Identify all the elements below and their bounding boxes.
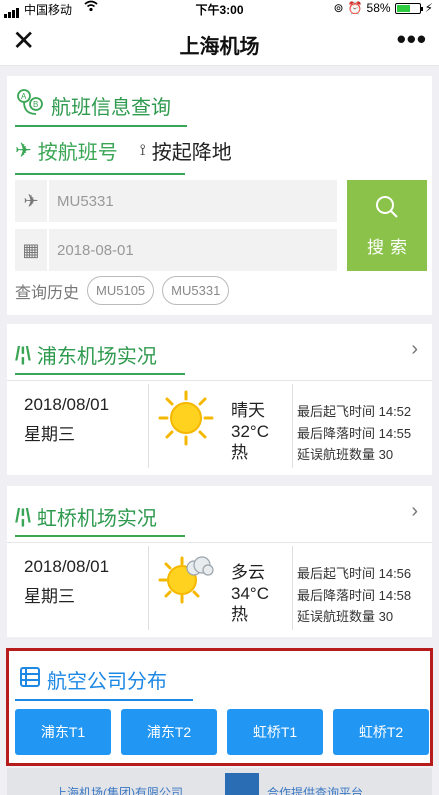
plane-icon: ✈ <box>15 140 32 162</box>
svg-text:B: B <box>33 100 38 109</box>
flight-number-field: ✈ <box>15 180 337 222</box>
route-pin-icon: AB <box>15 88 45 123</box>
chevron-right-icon[interactable]: › <box>411 338 418 361</box>
stats-block: 最后起飞时间 14:56 最后降落时间 14:58 延误航班数量 30 <box>297 563 411 628</box>
query-history: 查询历史 MU5105 MU5331 <box>15 276 230 305</box>
status-bar: 中国移动 下午3:00 ⊚ ⏰ 58% ⚡ <box>0 0 439 18</box>
last-arrival: 最后降落时间 14:58 <box>297 587 412 603</box>
partner-logo <box>225 773 259 795</box>
flight-number-input[interactable] <box>49 192 329 210</box>
date-field: ▦ <box>15 229 337 271</box>
hongqiao-card[interactable]: /¦\ 虹桥机场实况 › 2018/08/01 星期三 多云 34°C 热 最后… <box>7 486 432 637</box>
pudong-title: 浦东机场实况 <box>36 346 157 368</box>
date-block: 2018/08/01 星期三 <box>24 390 109 450</box>
sunny-icon <box>156 388 216 453</box>
history-chip[interactable]: MU5105 <box>87 276 155 305</box>
date-text: 2018/08/01 <box>24 557 110 576</box>
divider <box>148 384 149 468</box>
date-block: 2018/08/01 星期三 <box>24 552 109 612</box>
weekday-text: 星期三 <box>24 587 75 606</box>
divider <box>292 546 293 630</box>
history-chip[interactable]: MU5331 <box>162 276 230 305</box>
terminal-button-pudong-t1[interactable]: 浦东T1 <box>15 709 111 755</box>
route-icon: ⟟ <box>139 141 146 159</box>
header-underline <box>15 699 193 701</box>
footer-partner: 合作提供查询平台 <box>267 786 364 795</box>
battery-icon <box>394 2 423 14</box>
feel: 热 <box>231 443 248 462</box>
header-underline <box>15 125 187 127</box>
date-input[interactable] <box>49 241 329 259</box>
list-icon <box>19 666 41 693</box>
divider <box>292 384 293 468</box>
more-icon[interactable]: ••• <box>397 24 427 55</box>
weather-condition: 多云 <box>231 563 265 582</box>
battery-percent: 58% <box>366 1 391 15</box>
stats-block: 最后起飞时间 14:52 最后降落时间 14:55 延误航班数量 30 <box>297 401 411 466</box>
date-text: 2018/08/01 <box>24 395 110 414</box>
hongqiao-title: 虹桥机场实况 <box>36 508 157 530</box>
terminal-button-hongqiao-t2[interactable]: 虹桥T2 <box>333 709 429 755</box>
last-arrival: 最后降落时间 14:55 <box>297 425 412 441</box>
last-departure: 最后起飞时间 14:52 <box>297 404 412 419</box>
divider <box>7 380 432 381</box>
plane-icon: ✈ <box>15 180 49 222</box>
last-departure: 最后起飞时间 14:56 <box>297 566 412 581</box>
header-underline <box>15 535 185 537</box>
partly-cloudy-icon <box>156 550 216 615</box>
tab-by-flight-number[interactable]: ✈ 按航班号 <box>15 136 118 165</box>
tab-label: 按起降地 <box>151 142 232 164</box>
flight-query-header: AB 航班信息查询 <box>15 88 171 123</box>
search-button[interactable]: 搜索 <box>347 180 427 271</box>
alarm-icon: ⏰ <box>347 1 363 15</box>
divider <box>148 546 149 630</box>
footer: 上海机场(集团)有限公司 合作提供查询平台 <box>7 768 432 795</box>
weather-condition: 晴天 <box>231 401 265 420</box>
divider <box>7 542 432 543</box>
weekday-text: 星期三 <box>24 425 75 444</box>
runway-icon: /¦\ <box>15 505 31 527</box>
terminal-buttons: 浦东T1 浦东T2 虹桥T1 虹桥T2 <box>15 709 429 755</box>
calendar-icon: ▦ <box>15 229 49 271</box>
tab-label: 按航班号 <box>37 142 118 164</box>
header-underline <box>15 373 185 375</box>
nav-bar: ✕ 上海机场 ••• <box>0 18 439 66</box>
chevron-right-icon[interactable]: › <box>411 500 418 523</box>
lock-rotation-icon: ⊚ <box>333 1 344 15</box>
temperature: 34°C <box>231 584 269 603</box>
terminal-button-hongqiao-t1[interactable]: 虹桥T1 <box>227 709 323 755</box>
page-title: 上海机场 <box>179 36 260 58</box>
pudong-header: /¦\ 浦东机场实况 <box>15 340 157 369</box>
airline-header: 航空公司分布 <box>19 665 167 694</box>
airline-title: 航空公司分布 <box>47 671 167 693</box>
pudong-card[interactable]: /¦\ 浦东机场实况 › 2018/08/01 星期三 晴天 32°C 热 最后… <box>7 324 432 475</box>
weather-block: 晴天 32°C 热 <box>231 400 269 463</box>
hongqiao-header: /¦\ 虹桥机场实况 <box>15 502 157 531</box>
history-label: 查询历史 <box>15 284 80 302</box>
delayed-count: 延误航班数量 30 <box>297 609 394 624</box>
temperature: 32°C <box>231 422 269 441</box>
airline-distribution-card: 航空公司分布 浦东T1 浦东T2 虹桥T1 虹桥T2 <box>6 648 433 766</box>
delayed-count: 延误航班数量 30 <box>297 447 394 462</box>
weather-block: 多云 34°C 热 <box>231 562 269 625</box>
flight-query-title: 航班信息查询 <box>51 97 171 119</box>
runway-icon: /¦\ <box>15 343 31 365</box>
tab-by-airport[interactable]: ⟟ 按起降地 <box>140 136 232 165</box>
query-tabs: ✈ 按航班号 ⟟ 按起降地 <box>15 136 232 165</box>
active-tab-indicator <box>15 173 185 175</box>
terminal-button-pudong-t2[interactable]: 浦东T2 <box>121 709 217 755</box>
charging-icon: ⚡ <box>424 1 433 15</box>
search-icon <box>374 194 400 225</box>
footer-company: 上海机场(集团)有限公司 <box>55 786 183 795</box>
svg-text:A: A <box>21 92 27 101</box>
flight-query-card: AB 航班信息查询 ✈ 按航班号 ⟟ 按起降地 ✈ ▦ 搜索 查询历史 MU51… <box>7 76 432 315</box>
feel: 热 <box>231 605 248 624</box>
search-label: 搜索 <box>367 237 413 257</box>
